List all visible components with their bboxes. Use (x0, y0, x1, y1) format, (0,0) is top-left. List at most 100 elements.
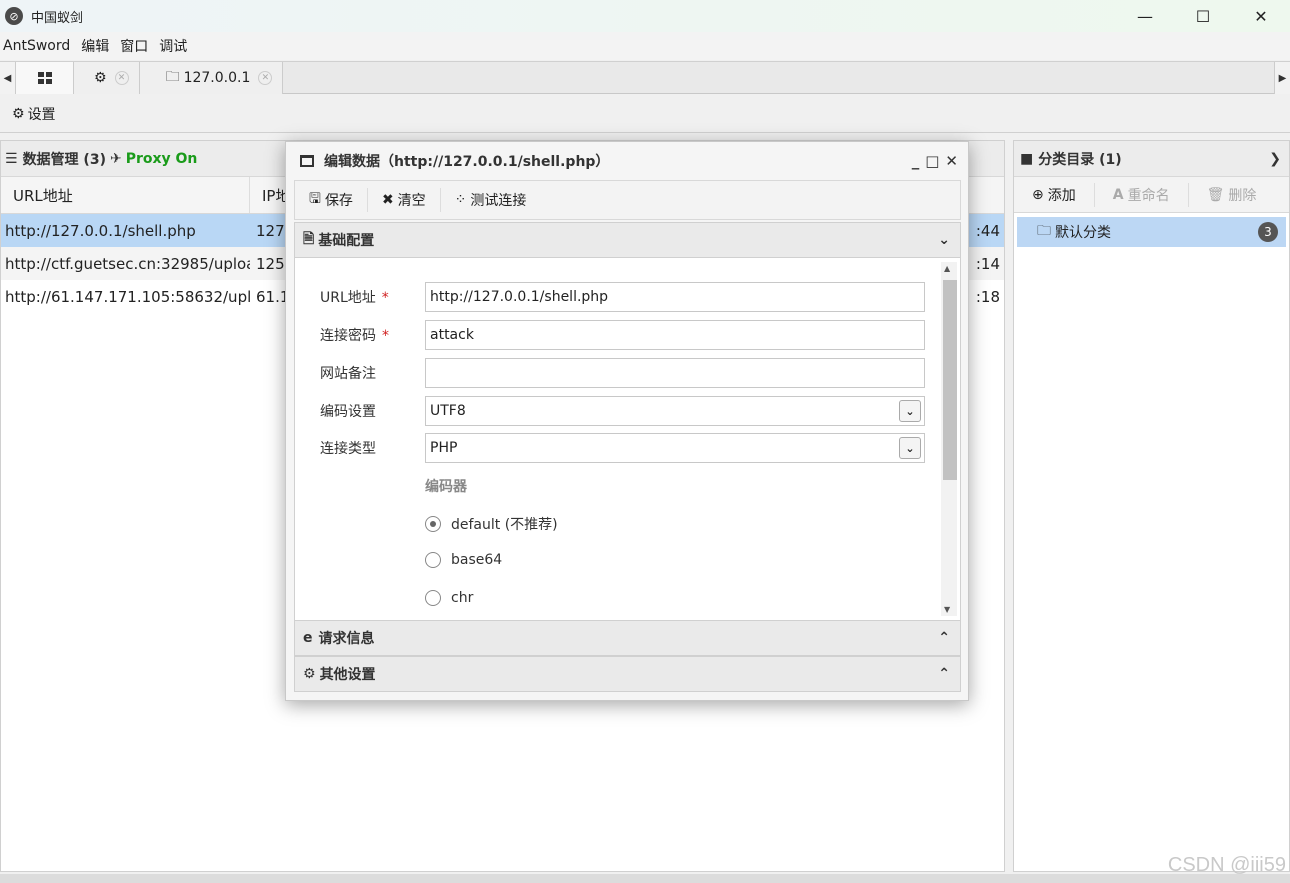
url-input[interactable]: http://127.0.0.1/shell.php (425, 282, 925, 312)
test-connection-button[interactable]: ⁘ 测试连接 (441, 188, 541, 212)
url-label: URL地址 * (320, 290, 389, 306)
tab-bar: ◀ ⚙ ✕ 🗀 127.0.0.1 ✕ ▶ (0, 61, 1290, 94)
gear-icon: ⚙ (94, 70, 107, 86)
radio-icon (425, 590, 441, 606)
minimize-icon[interactable]: _ (912, 152, 920, 170)
section-request-info[interactable]: e 请求信息 ⌃ (294, 620, 961, 656)
font-icon: A (1112, 186, 1124, 203)
chevron-up-icon: ⌃ (938, 630, 950, 646)
note-input[interactable] (425, 358, 925, 388)
save-label: 保存 (324, 193, 353, 209)
menu-antsword[interactable]: AntSword (0, 38, 74, 54)
settings-button[interactable]: ⚙ 设置 (12, 104, 56, 124)
trash-icon: 🗑 (1206, 186, 1225, 203)
encoding-select[interactable]: UTF8 ⌄ (425, 396, 925, 426)
maximize-icon[interactable]: □ (925, 152, 939, 170)
category-count-badge: 3 (1258, 222, 1278, 242)
folder-icon: ■ (1020, 150, 1034, 167)
tab-settings[interactable]: ⚙ ✕ (74, 62, 140, 94)
encoding-label: 编码设置 (320, 404, 376, 420)
antsword-logo-icon: ⊘ (5, 7, 23, 25)
category-label: 默认分类 (1055, 225, 1111, 241)
save-button[interactable]: 🖫 保存 (295, 188, 368, 212)
category-panel: ■ 分类目录 (1) ❯ ⊕ 添加 A 重命名 🗑 删除 🗀 默认分类 3 (1013, 140, 1290, 872)
dialog-toolbar: 🖫 保存 ✖ 清空 ⁘ 测试连接 (294, 180, 961, 220)
basic-section-label: 基础配置 (318, 233, 375, 249)
menu-window[interactable]: 窗口 (117, 36, 152, 56)
radio-icon (425, 552, 441, 568)
encoding-value: UTF8 (430, 403, 466, 419)
data-panel-title: 数据管理 (3) (22, 151, 106, 168)
encoder-option-chr[interactable]: chr (425, 590, 473, 606)
note-row: 网站备注 (295, 358, 935, 388)
radio-icon (425, 516, 441, 532)
dialog-title: 编辑数据（http://127.0.0.1/shell.php） (324, 154, 610, 170)
file-text-icon: 🗎 (303, 231, 315, 247)
maximize-button[interactable]: ☐ (1174, 0, 1232, 32)
type-row: 连接类型 PHP ⌄ (295, 433, 935, 463)
rename-category-button[interactable]: A 重命名 (1095, 182, 1189, 207)
test-label: 测试连接 (470, 193, 527, 209)
category-panel-header: ■ 分类目录 (1) ❯ (1014, 141, 1289, 177)
column-url[interactable]: URL地址 (1, 177, 250, 213)
list-icon: ☰ (5, 150, 18, 167)
type-value: PHP (430, 440, 458, 456)
close-window-button[interactable]: ✕ (1232, 0, 1290, 32)
ie-icon: e (303, 630, 313, 646)
category-toolbar: ⊕ 添加 A 重命名 🗑 删除 (1014, 177, 1289, 213)
close-tab-icon[interactable]: ✕ (258, 71, 273, 85)
folder-icon: 🗀 (1037, 223, 1051, 239)
window-title: 中国蚁剑 (31, 10, 84, 26)
encoder-option-label: chr (451, 590, 474, 606)
status-bar (0, 874, 1290, 883)
tab-scroll-left-icon[interactable]: ◀ (0, 62, 16, 94)
url-row: URL地址 * http://127.0.0.1/shell.php (295, 282, 935, 312)
password-input[interactable]: attack (425, 320, 925, 350)
scroll-down-icon[interactable]: ▼ (944, 605, 950, 614)
clear-button[interactable]: ✖ 清空 (368, 188, 441, 212)
x-icon: ✖ (381, 192, 394, 208)
note-label: 网站备注 (320, 366, 376, 382)
delete-category-button[interactable]: 🗑 删除 (1189, 183, 1275, 207)
gear-icon: ⚙ (12, 105, 25, 122)
grid-icon (37, 72, 52, 84)
encoder-label: 编码器 (425, 479, 467, 495)
chevron-down-icon[interactable]: ⌄ (899, 400, 921, 422)
menu-bar: AntSword 编辑 窗口 调试 (0, 32, 1290, 60)
edit-data-dialog: 编辑数据（http://127.0.0.1/shell.php） _ □ ✕ 🖫… (285, 141, 969, 701)
minimize-button[interactable]: — (1116, 0, 1174, 32)
menu-debug[interactable]: 调试 (156, 36, 191, 56)
chevron-down-icon[interactable]: ⌄ (899, 437, 921, 459)
section-other-settings[interactable]: ⚙ 其他设置 ⌃ (294, 656, 961, 692)
type-label: 连接类型 (320, 441, 376, 457)
main-toolbar: ⚙ 设置 (0, 95, 1290, 133)
section-basic-config[interactable]: 🗎 基础配置 ⌄ (294, 222, 961, 258)
close-icon[interactable]: ✕ (945, 152, 958, 170)
tab-shell[interactable]: 🗀 127.0.0.1 ✕ (139, 62, 284, 94)
tab-scroll-right-icon[interactable]: ▶ (1274, 62, 1290, 94)
encoder-option-base64[interactable]: base64 (425, 552, 502, 568)
encoder-option-label: default (不推荐) (451, 517, 558, 533)
basic-config-form: URL地址 * http://127.0.0.1/shell.php 连接密码 * … (294, 258, 961, 620)
close-tab-icon[interactable]: ✕ (114, 71, 129, 85)
chevron-right-icon[interactable]: ❯ (1269, 151, 1281, 167)
form-scrollbar[interactable]: ▲ ▼ (941, 262, 957, 616)
window-icon (300, 155, 314, 167)
menu-edit[interactable]: 编辑 (78, 36, 113, 56)
request-section-label: 请求信息 (318, 631, 375, 647)
add-category-button[interactable]: ⊕ 添加 (1014, 182, 1095, 207)
other-section-label: 其他设置 (319, 667, 376, 683)
encoder-option-default[interactable]: default (不推荐) (425, 514, 558, 534)
watermark: CSDN @iii59 (1167, 854, 1286, 876)
category-item-default[interactable]: 🗀 默认分类 3 (1017, 217, 1286, 247)
paper-plane-icon: ✈ (109, 150, 122, 167)
tab-home[interactable] (16, 62, 74, 94)
scrollbar-thumb[interactable] (943, 280, 957, 480)
add-label: 添加 (1047, 187, 1076, 204)
category-panel-title: 分类目录 (1) (1038, 151, 1122, 168)
scroll-up-icon[interactable]: ▲ (944, 264, 950, 273)
dialog-titlebar: 编辑数据（http://127.0.0.1/shell.php） _ □ ✕ (286, 142, 968, 180)
settings-label: 设置 (27, 106, 56, 123)
row-url: http://61.147.171.105:58632/uplo (5, 287, 250, 306)
type-select[interactable]: PHP ⌄ (425, 433, 925, 463)
